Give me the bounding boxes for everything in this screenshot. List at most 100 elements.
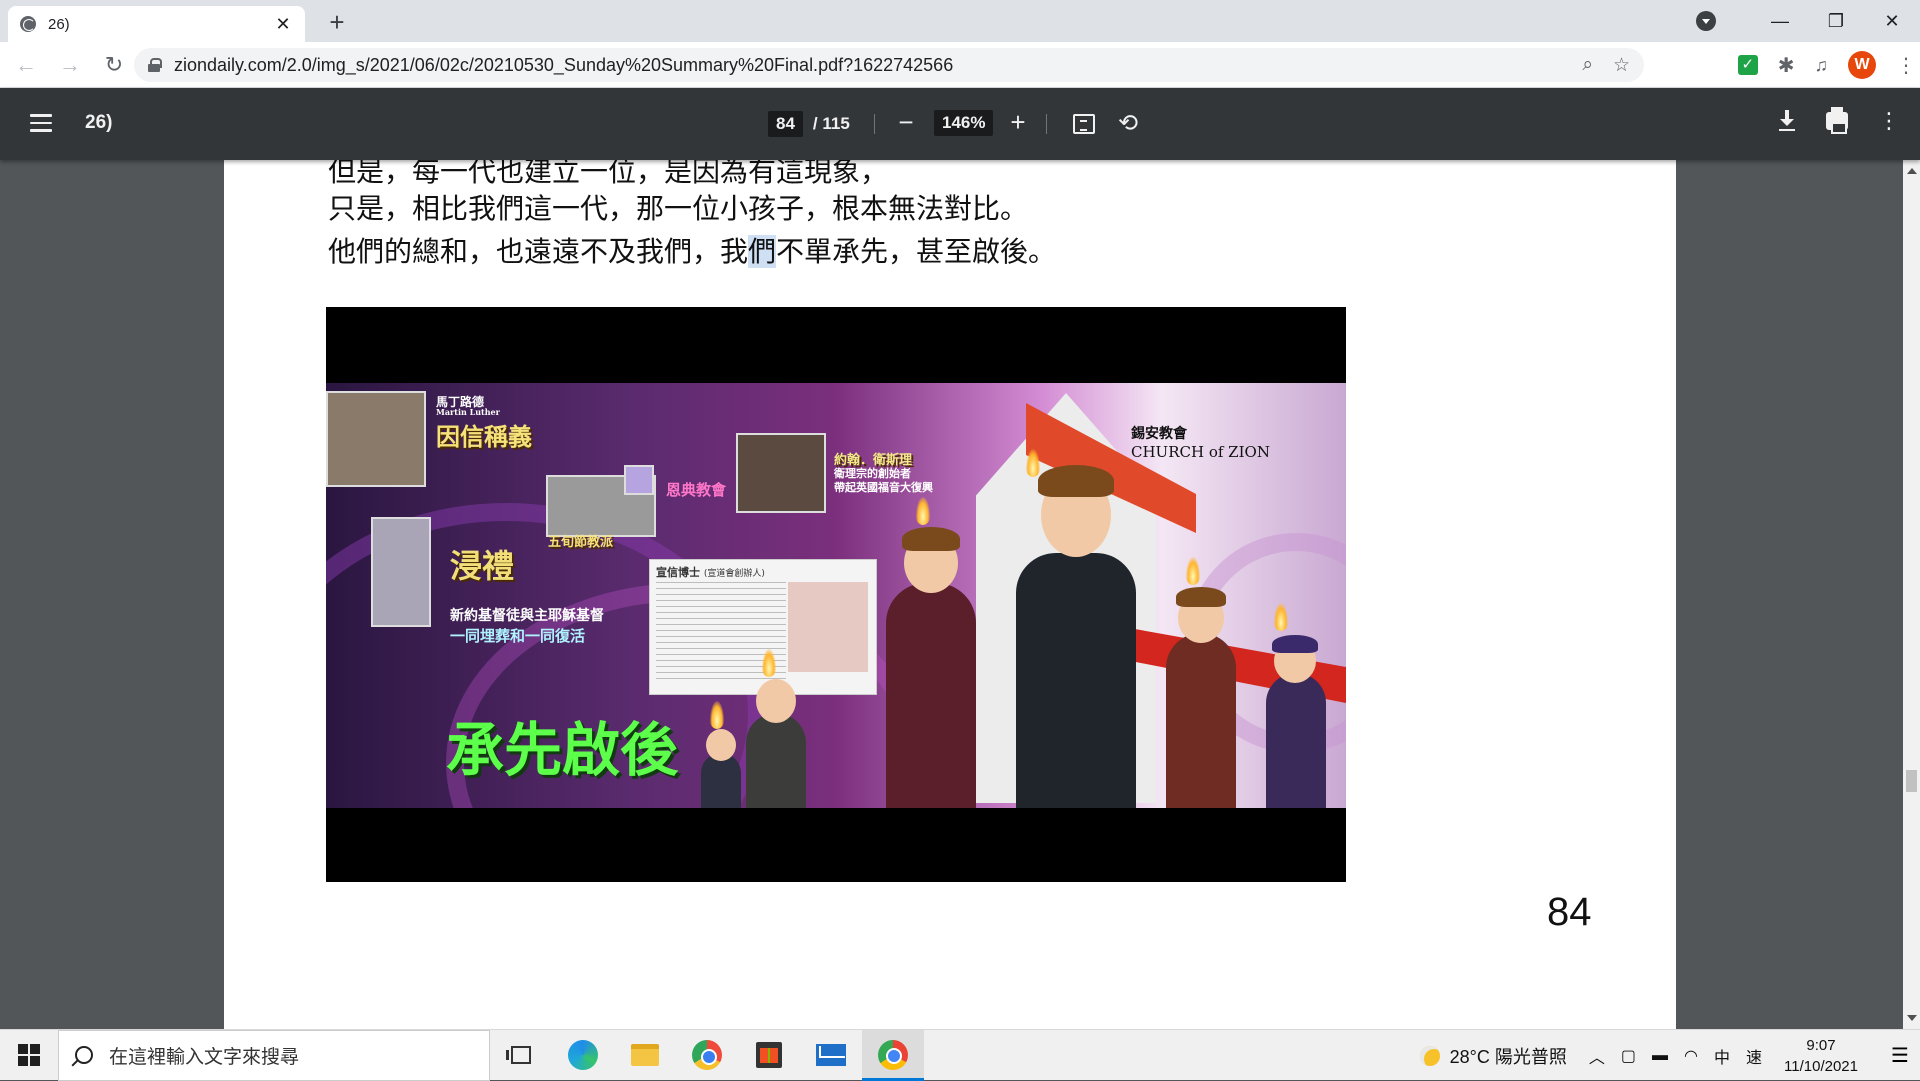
file-explorer-button[interactable]	[614, 1030, 676, 1081]
page-total: / 115	[812, 114, 850, 133]
zoom-in-button[interactable]: +	[1006, 108, 1030, 138]
store-icon	[756, 1042, 782, 1068]
restore-button[interactable]: ❐	[1808, 0, 1864, 42]
page-number-input[interactable]: 84	[768, 111, 803, 137]
page-selector: 84 / 115	[768, 110, 850, 138]
mail-button[interactable]	[800, 1030, 862, 1081]
chrome-canary-button[interactable]	[676, 1030, 738, 1081]
chrome-icon	[878, 1040, 908, 1070]
pdf-viewer[interactable]: 但是，每一代也建立一位，是因為有這現象， 只是，相比我們這一代，那一位小孩子，根…	[0, 160, 1920, 1029]
text-line-1: 但是，每一代也建立一位，是因為有這現象，	[328, 160, 889, 188]
tab-active[interactable]: 26) ✕	[8, 6, 305, 42]
extensions-puzzle-icon[interactable]: ✱	[1778, 53, 1795, 78]
search-icon	[75, 1046, 93, 1064]
address-bar[interactable]: ziondaily.com/2.0/img_s/2021/06/02c/2021…	[134, 48, 1644, 82]
start-button[interactable]	[0, 1030, 58, 1081]
toolbar-divider	[874, 114, 875, 134]
back-button[interactable]: ←	[8, 47, 44, 83]
notification-icon[interactable]: ☰	[1880, 1030, 1920, 1081]
tab-close-icon[interactable]: ✕	[273, 14, 293, 35]
taskbar-search[interactable]: 在這裡輸入文字來搜尋	[58, 1029, 490, 1081]
baptism-photo	[371, 517, 431, 627]
search-placeholder: 在這裡輸入文字來搜尋	[109, 1046, 300, 1068]
clock[interactable]: 9:07 11/10/2021	[1784, 1035, 1858, 1077]
baptism-caption-2: 一同埋葬和一同復活	[450, 627, 586, 645]
weather-text: 28°C 陽光普照	[1449, 1046, 1567, 1067]
motto-label: 承先啟後	[446, 716, 679, 784]
media-control-icon[interactable]: ♫	[1815, 55, 1829, 76]
slide-artwork: 馬丁路德 Martin Luther 因信稱義 恩典教會 五旬節教派 約翰．衛斯…	[326, 383, 1346, 808]
ime-indicator[interactable]: 中	[1714, 1044, 1730, 1068]
luther-photo	[326, 391, 426, 487]
selected-text: 們	[748, 235, 777, 268]
profile-avatar[interactable]: W	[1848, 51, 1876, 79]
close-window-button[interactable]: ✕	[1864, 0, 1920, 42]
page-number: 84	[1547, 890, 1592, 934]
baptism-caption-1: 新約基督徒與主耶穌基督	[450, 608, 604, 624]
chrome-alt-icon	[692, 1040, 722, 1070]
mail-icon	[816, 1044, 846, 1066]
pdf-page: 但是，每一代也建立一位，是因為有這現象， 只是，相比我們這一代，那一位小孩子，根…	[224, 160, 1676, 1029]
folder-icon	[631, 1044, 659, 1066]
lock-icon[interactable]	[148, 58, 162, 72]
forward-button[interactable]: →	[52, 47, 88, 83]
download-icon[interactable]	[1778, 110, 1796, 132]
window-controls: — ❐ ✕	[1696, 0, 1920, 42]
scroll-up-arrow-icon[interactable]	[1907, 168, 1917, 174]
extension-check-icon[interactable]: ✓	[1737, 55, 1758, 75]
vertical-scrollbar[interactable]	[1903, 160, 1920, 1029]
rotate-icon[interactable]: ⟲	[1118, 110, 1138, 138]
wifi-icon[interactable]: ◠	[1684, 1046, 1698, 1066]
globe-icon	[20, 16, 36, 32]
text-line-2: 只是，相比我們這一代，那一位小孩子，根本無法對比。	[328, 192, 1029, 225]
zoom-level-input[interactable]: 146%	[934, 110, 994, 136]
ime-mode-indicator[interactable]: 速	[1746, 1044, 1762, 1068]
system-tray: 28°C 陽光普照 ︿ ▢ ▬ ◠ 中 速 9:07 11/10/2021 ☰	[1419, 1030, 1920, 1081]
minimize-button[interactable]: —	[1752, 0, 1808, 42]
scroll-thumb[interactable]	[1906, 770, 1917, 792]
pdf-menu-icon[interactable]	[30, 114, 52, 132]
grace-church-label: 恩典教會	[666, 481, 727, 499]
church-of-zion-logo: 錫安教會 CHURCH of ZION	[1131, 426, 1270, 461]
tab-strip: 26) ✕ + — ❐ ✕	[0, 0, 1920, 42]
pdf-toolbar: 26) 84 / 115 − 146% + ⟲ ⋮	[0, 88, 1920, 160]
pentecostal-label: 五旬節教派	[548, 535, 614, 550]
wesley-line2: 帶起英國福音大復興	[834, 481, 933, 494]
tab-search-icon[interactable]	[1696, 11, 1716, 31]
print-icon[interactable]	[1826, 107, 1848, 134]
zoom-out-button[interactable]: −	[896, 108, 916, 138]
luther-en: Martin Luther	[436, 407, 500, 417]
url-text[interactable]: ziondaily.com/2.0/img_s/2021/06/02c/2021…	[174, 55, 1582, 76]
store-button[interactable]	[738, 1030, 800, 1081]
browser-menu-icon[interactable]: ⋮	[1896, 53, 1916, 78]
bookmark-star-icon[interactable]: ☆	[1613, 54, 1630, 77]
battery-icon[interactable]: ▬	[1652, 1047, 1668, 1065]
weather-widget[interactable]: 28°C 陽光普照	[1419, 1043, 1567, 1069]
task-view-icon	[506, 1046, 531, 1064]
fit-to-page-icon[interactable]	[1073, 114, 1095, 134]
grace-church-logo	[624, 465, 654, 495]
chevron-up-icon[interactable]: ︿	[1589, 1044, 1605, 1068]
text-line-3: 他們的總和，也遠遠不及我們，我們不單承先，甚至啟後。	[328, 235, 1057, 268]
wesley-photo	[736, 433, 826, 513]
clock-time: 9:07	[1806, 1036, 1836, 1054]
chrome-button[interactable]	[862, 1029, 924, 1081]
simpson-heading: 宣信博士 (宣道會創辦人)	[656, 566, 765, 579]
justification-label: 因信稱義	[436, 423, 532, 451]
clock-date: 11/10/2021	[1784, 1057, 1858, 1075]
tab-title: 26)	[48, 15, 70, 33]
new-tab-button[interactable]: +	[322, 8, 352, 36]
zoom-icon[interactable]: ⌕	[1582, 54, 1593, 76]
partly-sunny-icon	[1419, 1045, 1440, 1066]
baptism-label: 浸禮	[450, 547, 515, 585]
pdf-title: 26)	[85, 112, 113, 133]
edge-button[interactable]	[552, 1030, 614, 1081]
more-actions-icon[interactable]: ⋮	[1878, 110, 1900, 132]
scroll-down-arrow-icon[interactable]	[1907, 1015, 1917, 1021]
taskbar: 在這裡輸入文字來搜尋 28°C 陽光普照 ︿ ▢ ▬ ◠ 中 速 9:07 11…	[0, 1029, 1920, 1081]
task-view-button[interactable]	[490, 1030, 552, 1081]
slide-image: 馬丁路德 Martin Luther 因信稱義 恩典教會 五旬節教派 約翰．衛斯…	[326, 307, 1346, 882]
meet-now-icon[interactable]: ▢	[1621, 1046, 1636, 1066]
browser-toolbar: ← → ↻ ziondaily.com/2.0/img_s/2021/06/02…	[0, 42, 1920, 88]
reload-button[interactable]: ↻	[96, 47, 132, 83]
